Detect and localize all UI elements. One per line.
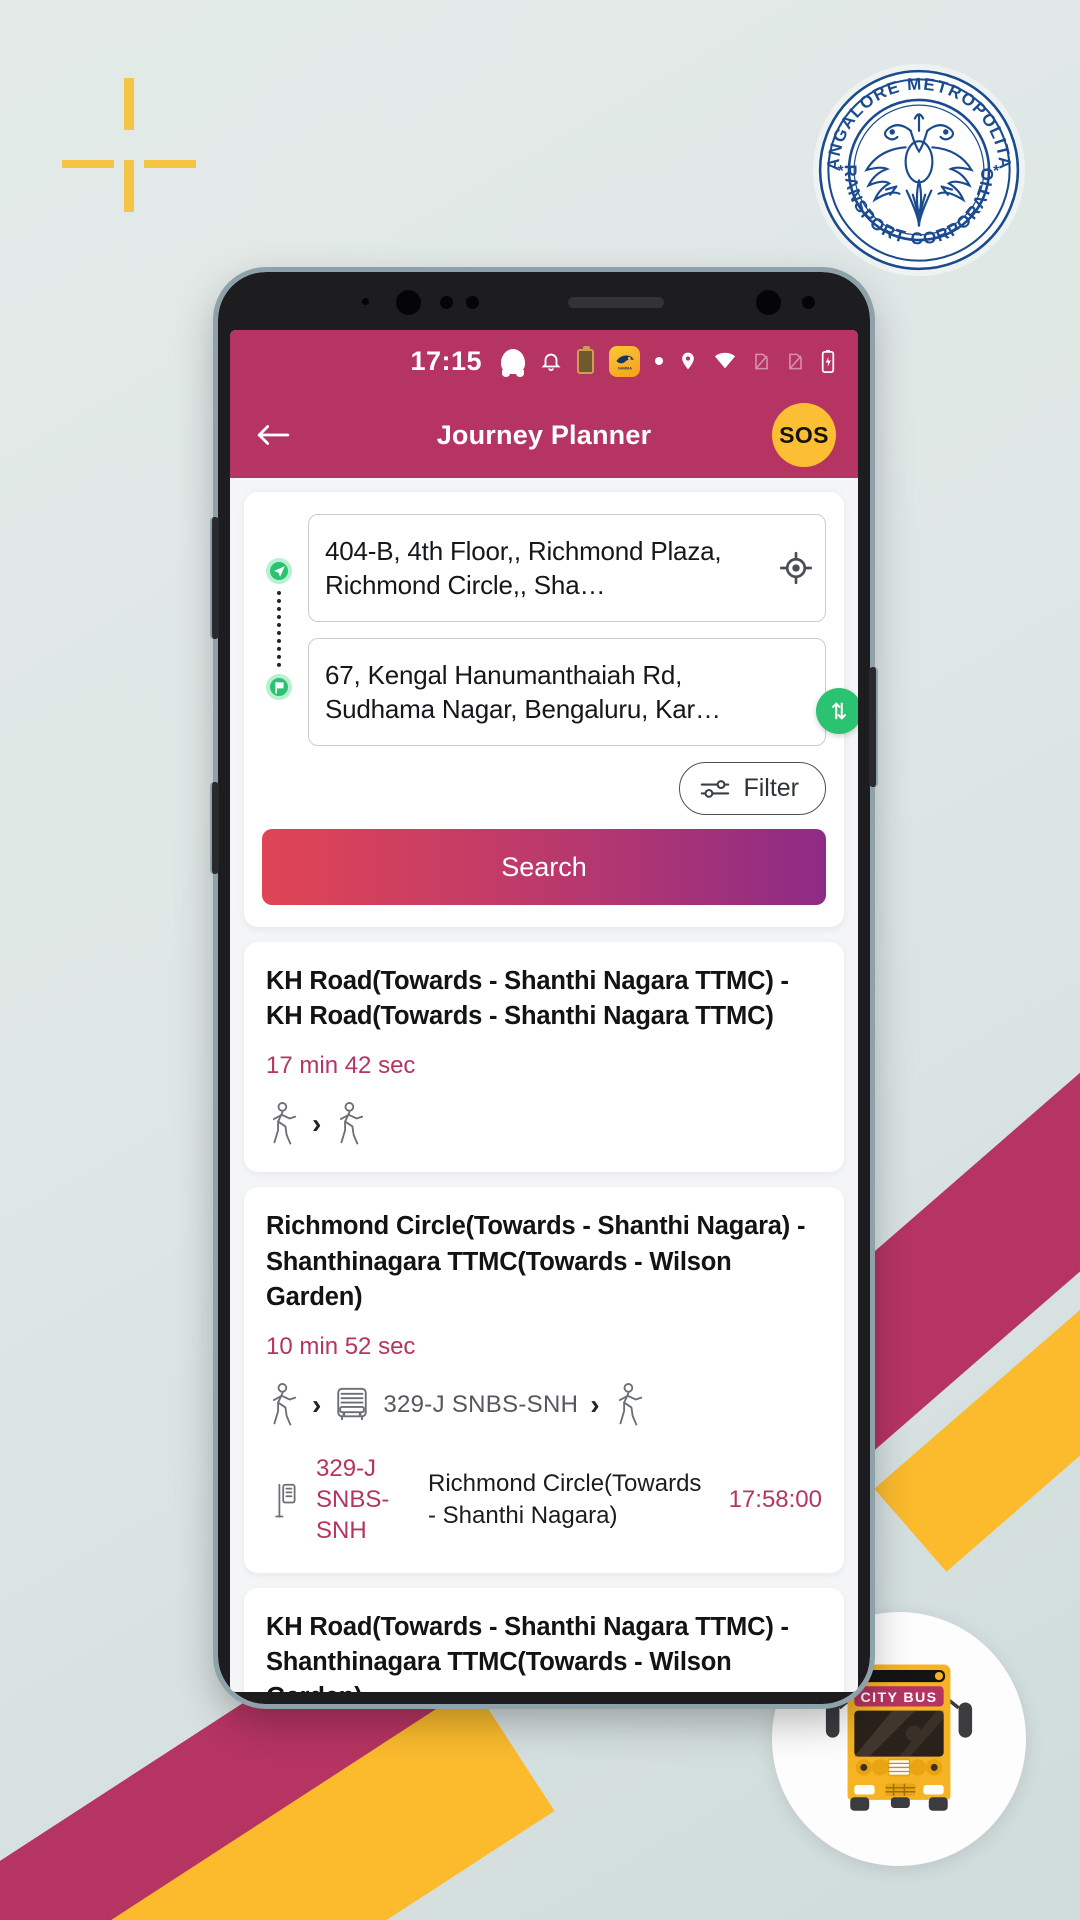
flag-pin-icon — [266, 674, 292, 700]
filter-button-label: Filter — [743, 774, 799, 802]
back-arrow-icon[interactable] — [252, 414, 294, 456]
walk-leg-icon — [266, 1102, 300, 1146]
notification-bell-icon — [540, 349, 562, 373]
svg-text:*: * — [838, 163, 844, 180]
volume-down-button[interactable] — [210, 782, 219, 874]
status-clock: 17:15 — [410, 345, 482, 376]
device-notch — [218, 272, 870, 334]
route-rail — [262, 514, 296, 746]
battery-icon — [820, 349, 836, 374]
journey-stop-name: Richmond Circle(Towards - Shanthi Nagara… — [428, 1470, 702, 1529]
journey-leg-row: › — [266, 1102, 822, 1146]
journey-stop-row: 329-J SNBS-SNH Richmond Circle(Towards - … — [266, 1453, 822, 1547]
app-badge-icon: NAMMA — [609, 345, 640, 377]
bus-stop-icon — [274, 1481, 300, 1519]
navigation-arrow-icon — [266, 558, 292, 584]
sim2-icon — [786, 350, 805, 373]
journey-stop-route: 329-J SNBS-SNH — [316, 1454, 390, 1545]
journey-result-card[interactable]: Richmond Circle(Towards - Shanthi Nagara… — [244, 1187, 844, 1573]
bmtc-logo-seal: BANGALORE METROPOLITAN TRANSPORT CORPORA… — [813, 64, 1025, 276]
bus-leg-icon — [333, 1385, 371, 1425]
destination-input-value: 67, Kengal Hanumanthaiah Rd, Sudhama Nag… — [325, 659, 721, 724]
origin-input[interactable]: 404-B, 4th Floor,, Richmond Plaza, Richm… — [308, 514, 826, 622]
origin-input-value: 404-B, 4th Floor,, Richmond Plaza, Richm… — [325, 535, 722, 600]
content-scroll-area[interactable]: 404-B, 4th Floor,, Richmond Plaza, Richm… — [230, 478, 858, 1692]
status-bar: 17:15 NAMMA — [230, 330, 858, 392]
journey-search-card: 404-B, 4th Floor,, Richmond Plaza, Richm… — [244, 492, 858, 927]
journey-result-title: Richmond Circle(Towards - Shanthi Nagara… — [266, 1212, 806, 1311]
journey-result-card[interactable]: KH Road(Towards - Shanthi Nagara TTMC) -… — [244, 942, 844, 1173]
phone-device: 17:15 NAMMA Journey Planner SOS 404-B, 4… — [210, 267, 878, 1709]
journey-result-card[interactable]: KH Road(Towards - Shanthi Nagara TTMC) -… — [244, 1587, 844, 1693]
svg-text:NAMMA: NAMMA — [618, 367, 632, 371]
search-button[interactable]: Search — [262, 829, 826, 905]
city-bus-label: CITY BUS — [861, 1690, 938, 1706]
swap-vertical-icon[interactable] — [816, 688, 858, 734]
location-icon — [678, 349, 698, 373]
sliders-icon — [700, 778, 730, 800]
journey-result-title: KH Road(Towards - Shanthi Nagara TTMC) -… — [266, 1612, 789, 1693]
sim1-icon — [752, 350, 771, 373]
filter-button[interactable]: Filter — [679, 762, 826, 815]
snapchat-icon — [501, 348, 525, 377]
walk-leg-icon — [333, 1102, 367, 1146]
wifi-icon — [713, 350, 737, 372]
journey-stop-time: 17:58:00 — [728, 1485, 822, 1513]
journey-results-list: KH Road(Towards - Shanthi Nagara TTMC) -… — [230, 942, 858, 1692]
crosshair-gps-icon[interactable] — [779, 551, 813, 585]
power-button[interactable] — [869, 667, 878, 787]
app-bar: Journey Planner SOS — [230, 392, 858, 478]
journey-result-duration: 17 min 42 sec — [266, 1052, 416, 1080]
earpiece-speaker — [568, 297, 664, 308]
chevron-right-icon: › — [312, 1108, 322, 1140]
bmtc-seal-icon: BANGALORE METROPOLITAN TRANSPORT CORPORA… — [816, 67, 1020, 271]
volume-up-button[interactable] — [210, 517, 219, 639]
battery-saver-icon — [577, 345, 594, 374]
journey-leg-label: 329-J SNBS-SNH — [383, 1390, 579, 1418]
svg-text:*: * — [993, 163, 999, 180]
phone-screen: 17:15 NAMMA Journey Planner SOS 404-B, 4… — [230, 330, 858, 1692]
chevron-right-icon: › — [590, 1388, 600, 1420]
route-dotted-line — [277, 591, 281, 667]
walk-leg-icon — [612, 1382, 646, 1427]
destination-input[interactable]: 67, Kengal Hanumanthaiah Rd, Sudhama Nag… — [308, 638, 826, 746]
dot-icon — [655, 357, 663, 365]
plus-mark-decoration — [62, 78, 196, 212]
walk-leg-icon — [266, 1382, 300, 1427]
journey-result-duration: 10 min 52 sec — [266, 1332, 416, 1360]
journey-result-title: KH Road(Towards - Shanthi Nagara TTMC) -… — [266, 967, 789, 1031]
sos-button[interactable]: SOS — [772, 403, 836, 467]
page-title: Journey Planner — [436, 419, 652, 450]
journey-leg-row: › 329-J SNBS-SNH › — [266, 1382, 822, 1427]
chevron-right-icon: › — [312, 1388, 322, 1420]
